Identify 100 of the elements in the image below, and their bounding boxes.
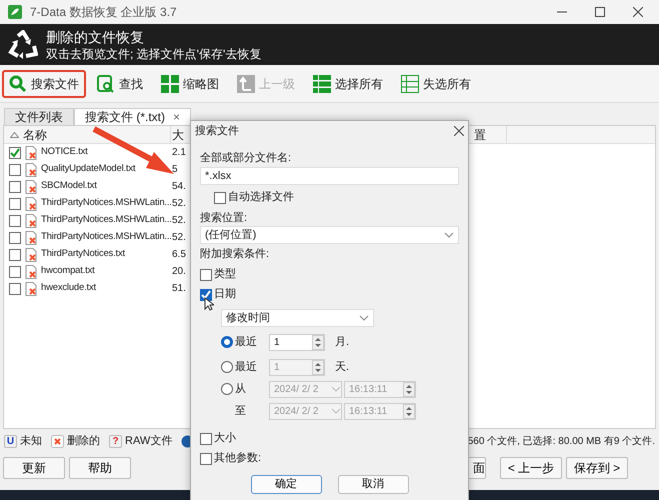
checkbox[interactable] <box>200 432 212 444</box>
close-icon[interactable] <box>454 126 464 136</box>
recycle-icon <box>8 30 38 60</box>
spinner-arrows-icon[interactable] <box>312 360 324 374</box>
footer-button[interactable]: 更新 <box>3 457 65 479</box>
checkbox[interactable] <box>200 288 212 300</box>
field-label: 至 <box>234 404 247 418</box>
file-size: 51. <box>172 282 186 296</box>
field-label: 搜索位置: <box>200 211 248 226</box>
column-header[interactable]: 置 <box>474 126 507 144</box>
checkbox[interactable] <box>9 164 21 176</box>
checkbox[interactable] <box>9 198 21 210</box>
toolbar-button[interactable]: 选择所有 <box>306 70 390 98</box>
radio-button[interactable] <box>221 361 233 373</box>
file-name[interactable]: ThirdPartyNotices.MSHWLatin... <box>41 196 172 211</box>
toolbar-button[interactable]: 失选所有 <box>394 70 478 98</box>
maximize-icon[interactable] <box>595 7 605 17</box>
radio-button[interactable] <box>221 336 233 348</box>
dialog-button[interactable]: 取消 <box>338 475 408 494</box>
file-name[interactable]: SBCModel.txt <box>41 179 97 194</box>
checkbox[interactable] <box>9 266 21 278</box>
checkbox[interactable] <box>9 146 21 158</box>
deleted-file-icon <box>25 214 37 228</box>
list-outline-icon <box>401 74 419 92</box>
toolbar-button[interactable]: 搜索文件 <box>2 70 86 98</box>
caret-icon <box>359 315 369 321</box>
checkbox[interactable] <box>9 214 21 226</box>
file-size: 6.5 <box>172 248 186 262</box>
file-size: 5 <box>172 163 178 177</box>
radio-label[interactable]: 最近 <box>235 334 269 350</box>
checkbox-label[interactable]: 自动选择文件 <box>228 190 294 205</box>
footer-button[interactable]: 保存到 > <box>566 457 628 479</box>
sort-icon <box>10 132 19 138</box>
radio-label[interactable]: 从 <box>235 382 269 396</box>
file-size: 52. <box>172 214 186 228</box>
dialog-button[interactable]: 确定 <box>250 475 322 494</box>
date-type-dropdown[interactable]: 修改时间 <box>221 309 374 327</box>
checkbox-label[interactable]: 其他参数: <box>214 451 262 466</box>
list-icon <box>313 74 331 92</box>
caret-icon <box>444 232 454 238</box>
column-header[interactable]: 名称 <box>23 126 47 144</box>
file-size: 20. <box>172 265 186 279</box>
deleted-file-icon <box>25 282 37 296</box>
up-arrow-icon <box>237 74 255 92</box>
radio-label[interactable]: 最近 <box>235 360 269 374</box>
dialog-title: 搜索文件 <box>195 124 239 138</box>
checkbox-label[interactable]: 日期 <box>214 287 236 302</box>
close-icon[interactable] <box>633 7 643 17</box>
file-size: 2.1 <box>172 146 186 160</box>
legend-label: 删除的 <box>67 434 100 449</box>
file-size: 52. <box>172 231 186 245</box>
file-name[interactable]: ThirdPartyNotices.txt <box>41 247 125 262</box>
file-size: 52. <box>172 197 186 211</box>
tab[interactable]: 搜索文件 (*.txt) × <box>74 108 192 125</box>
tab-close[interactable]: × <box>173 109 180 125</box>
checkbox[interactable] <box>9 282 21 294</box>
file-name[interactable]: hwcompat.txt <box>41 264 95 279</box>
checkbox[interactable] <box>200 268 212 280</box>
field-label: 附加搜索条件: <box>200 247 270 262</box>
toolbar-button[interactable]: 查找 <box>90 70 150 98</box>
column-header[interactable]: 大 <box>170 126 184 144</box>
file-name[interactable]: QualityUpdateModel.txt <box>41 162 136 177</box>
location-dropdown[interactable]: (任何位置) <box>200 226 459 244</box>
toolbar-button[interactable]: 缩略图 <box>154 70 226 98</box>
filename-field[interactable]: *.xlsx <box>200 167 459 185</box>
raw-badge: ? <box>109 434 122 448</box>
checkbox-label[interactable]: 大小 <box>214 431 236 446</box>
window-title: 7-Data 数据恢复 企业版 3.7 <box>30 4 177 21</box>
deleted-file-icon <box>25 230 37 244</box>
unknown-badge: U <box>4 434 17 448</box>
checkbox[interactable] <box>200 452 212 464</box>
file-name[interactable]: hwexclude.txt <box>41 281 96 296</box>
footer-button[interactable]: 帮助 <box>69 457 131 479</box>
spinner-arrows-icon[interactable] <box>403 382 415 396</box>
deleted-icon <box>51 434 64 448</box>
checkbox[interactable] <box>9 180 21 192</box>
checkbox-label[interactable]: 类型 <box>214 267 236 282</box>
file-name[interactable]: ThirdPartyNotices.MSHWLatin... <box>41 230 172 245</box>
file-name[interactable]: NOTICE.txt <box>41 145 88 160</box>
tab[interactable]: 文件列表 <box>4 108 74 125</box>
radio-button[interactable] <box>221 383 233 395</box>
header-subtitle: 双击去预览文件; 选择文件点'保存'去恢复 <box>46 46 262 62</box>
footer-button[interactable]: < 上一步 <box>500 457 562 479</box>
deleted-file-icon <box>25 196 37 210</box>
caret-icon <box>331 408 341 414</box>
app-icon <box>8 5 22 19</box>
caret-icon <box>331 386 341 392</box>
checkbox[interactable] <box>9 248 21 260</box>
deleted-file-icon <box>25 180 37 194</box>
legend-label: 未知 <box>20 434 42 449</box>
deleted-file-icon <box>25 146 37 160</box>
spinner-arrows-icon[interactable] <box>403 404 415 418</box>
file-name[interactable]: ThirdPartyNotices.MSHWLatin... <box>41 213 172 228</box>
number-spinner[interactable]: 1 <box>269 334 325 350</box>
checkbox[interactable] <box>9 232 21 244</box>
deleted-file-icon <box>25 264 37 278</box>
deleted-file-icon <box>25 248 37 262</box>
checkbox[interactable] <box>214 192 226 204</box>
spinner-arrows-icon[interactable] <box>312 334 324 350</box>
file-size: 54. <box>172 180 186 194</box>
